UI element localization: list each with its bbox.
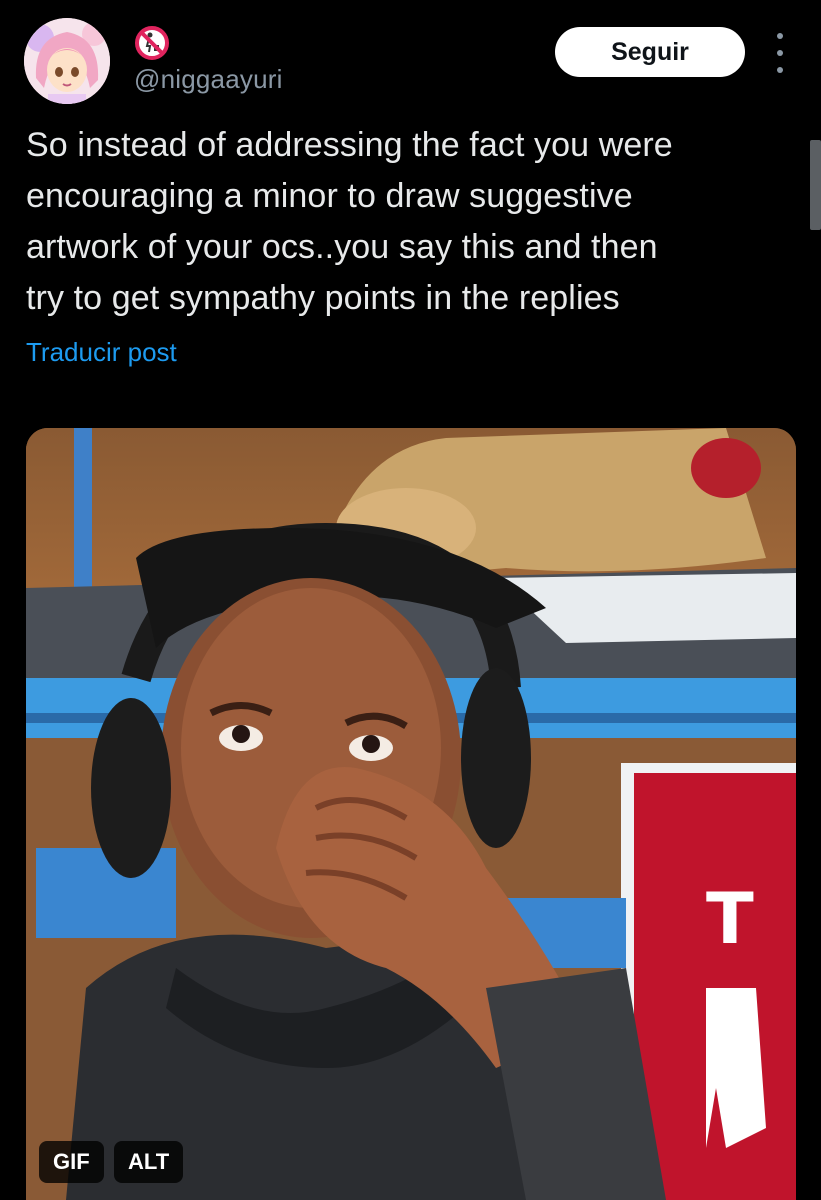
author-handle[interactable]: @niggaayuri <box>134 64 283 95</box>
follow-button[interactable]: Seguir <box>555 27 745 77</box>
scrollbar-thumb[interactable] <box>810 140 821 230</box>
anime-avatar-icon <box>24 18 110 104</box>
tweet-text: So instead of addressing the fact you we… <box>26 126 673 317</box>
no-littering-emoji-icon <box>134 25 170 61</box>
svg-text:T: T <box>706 878 754 960</box>
tweet-media-gif[interactable]: T <box>26 428 796 1200</box>
gif-badge: GIF <box>39 1141 104 1183</box>
alt-text-badge[interactable]: ALT <box>114 1141 184 1183</box>
author-avatar[interactable] <box>24 18 110 104</box>
gif-frame-image: T <box>26 428 796 1200</box>
more-vertical-icon[interactable] <box>770 33 790 73</box>
translate-post-link[interactable]: Traducir post <box>26 337 177 368</box>
